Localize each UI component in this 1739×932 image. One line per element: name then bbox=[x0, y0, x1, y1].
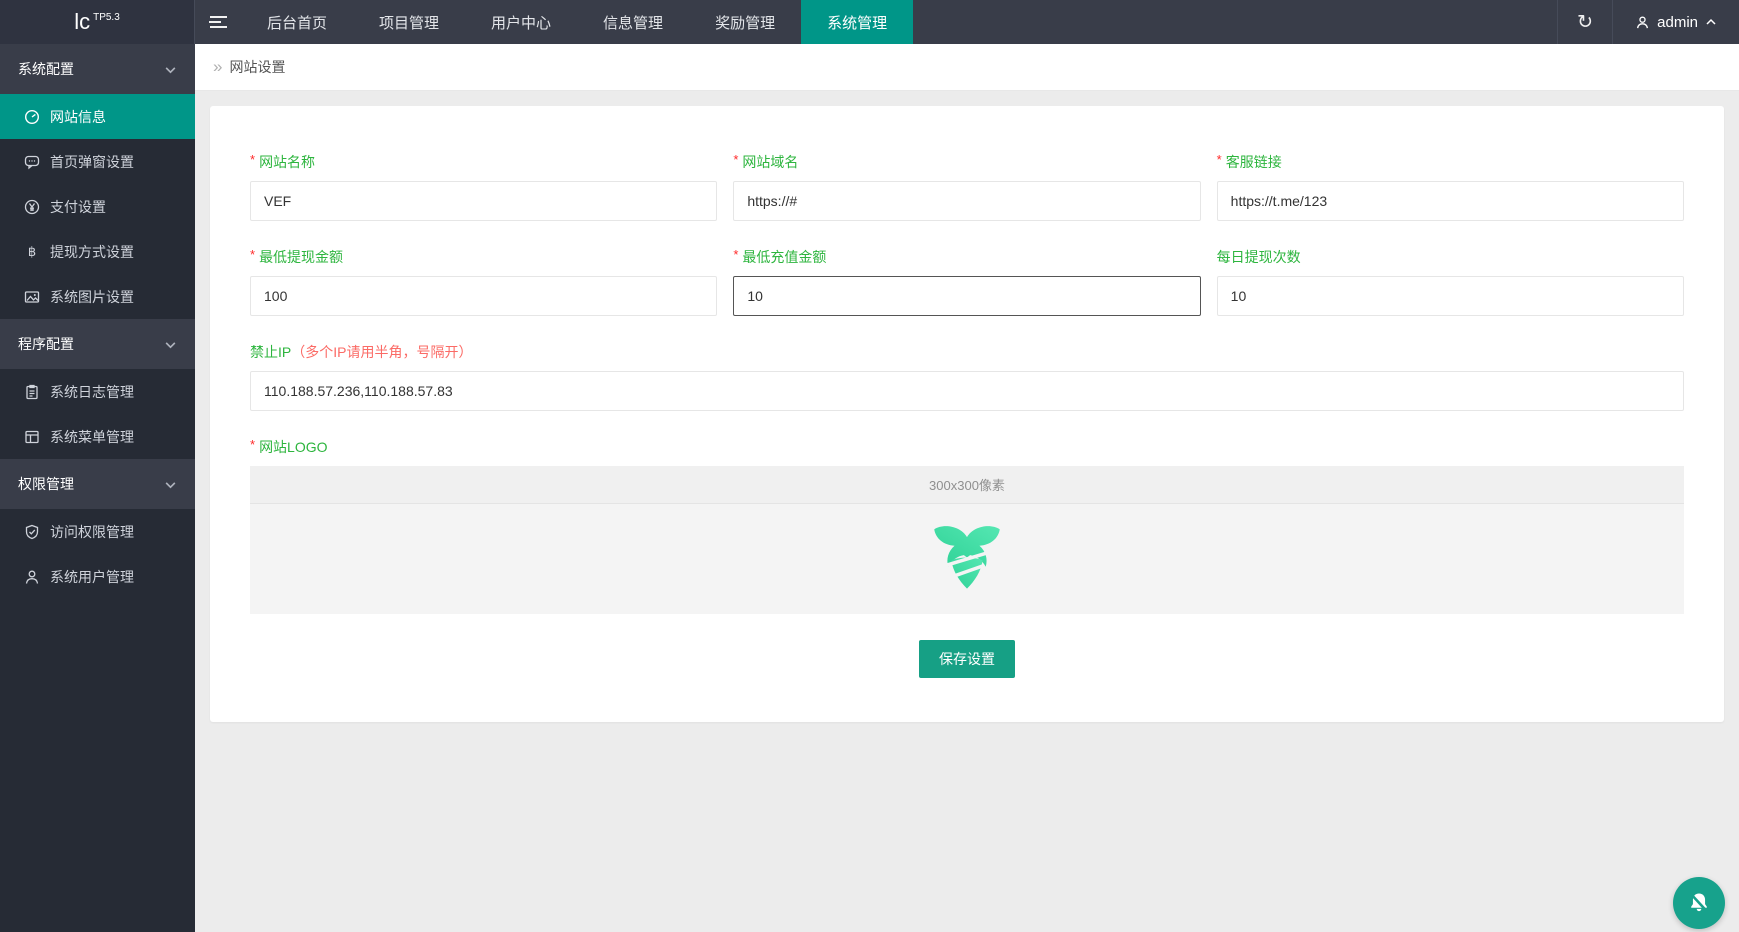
sidebar-item-label: 系统用户管理 bbox=[50, 568, 134, 585]
log-icon bbox=[26, 384, 38, 399]
app-logo[interactable]: lc TP5.3 bbox=[0, 0, 195, 44]
user-menu[interactable]: admin bbox=[1613, 0, 1739, 44]
sidebar-item-payment-settings[interactable]: 支付设置 bbox=[0, 184, 195, 229]
user-icon bbox=[25, 570, 39, 584]
field-label: 客服链接 bbox=[1225, 154, 1282, 170]
sidebar-item-system-users[interactable]: 系统用户管理 bbox=[0, 554, 195, 599]
logo-text: lc bbox=[74, 9, 91, 34]
nav-item-rewards[interactable]: 奖励管理 bbox=[689, 0, 801, 44]
sidebar-item-label: 系统菜单管理 bbox=[50, 428, 134, 445]
nav-item-info[interactable]: 信息管理 bbox=[577, 0, 689, 44]
notifications-off-fab[interactable] bbox=[1673, 877, 1725, 929]
chevron-up-icon bbox=[1706, 18, 1716, 25]
sidebar-item-image-settings[interactable]: 系统图片设置 bbox=[0, 274, 195, 319]
nav-item-users[interactable]: 用户中心 bbox=[465, 0, 577, 44]
topbar: lc TP5.3 后台首页 项目管理 用户中心 信息管理 奖励管理 系统管理 ↻… bbox=[0, 0, 1739, 44]
sidebar-item-home-popup[interactable]: 首页弹窗设置 bbox=[0, 139, 195, 184]
sidebar-item-label: 网站信息 bbox=[50, 108, 106, 125]
required-asterisk: * bbox=[733, 247, 739, 262]
logo-upload-box: 300x300像素 bbox=[250, 466, 1684, 614]
sidebar-item-access-permissions[interactable]: 访问权限管理 bbox=[0, 509, 195, 554]
popup-icon bbox=[24, 155, 40, 169]
site-domain-input[interactable] bbox=[733, 181, 1201, 221]
logo-size-hint: 300x300像素 bbox=[250, 466, 1684, 504]
page-title: 网站设置 bbox=[229, 59, 286, 75]
field-site-logo: * 网站LOGO 300x300像素 bbox=[250, 437, 1684, 614]
field-label: 网站LOGO bbox=[259, 439, 328, 455]
field-label: 最低提现金额 bbox=[259, 249, 344, 265]
field-min-withdraw: * 最低提现金额 bbox=[250, 247, 718, 316]
nav-item-system[interactable]: 系统管理 bbox=[801, 0, 914, 44]
sidebar-item-system-logs[interactable]: 系统日志管理 bbox=[0, 369, 195, 414]
sidebar-section-system-config[interactable]: 系统配置 bbox=[0, 44, 195, 94]
menu-icon bbox=[25, 430, 39, 443]
logo-upload-area[interactable] bbox=[250, 504, 1684, 614]
bitcoin-icon: ฿ bbox=[27, 244, 37, 259]
section-label: 权限管理 bbox=[18, 476, 74, 492]
field-daily-withdraw-count: 每日提现次数 bbox=[1216, 247, 1684, 316]
username: admin bbox=[1657, 13, 1698, 31]
required-asterisk: * bbox=[1216, 152, 1222, 167]
field-min-recharge: * 最低充值金额 bbox=[733, 247, 1201, 316]
support-link-input[interactable] bbox=[1216, 181, 1684, 221]
sidebar-item-withdraw-settings[interactable]: ฿ 提现方式设置 bbox=[0, 229, 195, 274]
field-site-domain: * 网站域名 bbox=[733, 152, 1201, 221]
breadcrumb: » 网站设置 bbox=[195, 44, 1739, 91]
sidebar-item-label: 系统日志管理 bbox=[50, 383, 134, 400]
site-settings-form: *网站名称 *网站域名 *客服链接 *最低提现金额 bbox=[250, 152, 1684, 678]
image-icon bbox=[24, 290, 40, 303]
field-site-name: * 网站名称 bbox=[250, 152, 718, 221]
site-name-input[interactable] bbox=[250, 181, 718, 221]
top-nav: 后台首页 项目管理 用户中心 信息管理 奖励管理 系统管理 bbox=[241, 0, 914, 44]
sidebar-section-program-config[interactable]: 程序配置 bbox=[0, 319, 195, 369]
yen-icon bbox=[24, 199, 40, 214]
min-recharge-input[interactable] bbox=[733, 276, 1201, 316]
sidebar-section-permissions[interactable]: 权限管理 bbox=[0, 459, 195, 509]
section-label: 系统配置 bbox=[18, 61, 74, 77]
collapse-menu-icon[interactable] bbox=[195, 0, 241, 44]
sidebar-item-site-info[interactable]: 网站信息 bbox=[0, 94, 195, 139]
sidebar-item-label: 访问权限管理 bbox=[50, 523, 134, 540]
nav-item-projects[interactable]: 项目管理 bbox=[353, 0, 465, 44]
field-label: 网站域名 bbox=[742, 154, 799, 170]
section-label: 程序配置 bbox=[18, 336, 74, 352]
chevron-down-icon bbox=[165, 481, 176, 488]
field-label: 禁止IP bbox=[250, 344, 292, 360]
bell-off-icon bbox=[1690, 893, 1708, 912]
field-hint: （多个IP请用半角，号隔开） bbox=[291, 344, 473, 360]
sidebar-item-system-menus[interactable]: 系统菜单管理 bbox=[0, 414, 195, 459]
settings-card: *网站名称 *网站域名 *客服链接 *最低提现金额 bbox=[210, 106, 1724, 722]
field-label: 每日提现次数 bbox=[1216, 249, 1301, 265]
save-row: 保存设置 bbox=[250, 640, 1684, 678]
field-support-link: * 客服链接 bbox=[1216, 152, 1684, 221]
breadcrumb-caret-icon: » bbox=[213, 57, 223, 76]
save-button[interactable]: 保存设置 bbox=[919, 640, 1015, 678]
min-withdraw-input[interactable] bbox=[250, 276, 718, 316]
shield-icon bbox=[25, 524, 39, 539]
bull-logo-image bbox=[934, 526, 1000, 589]
field-label: 网站名称 bbox=[259, 154, 316, 170]
field-label: 最低充值金额 bbox=[742, 249, 827, 265]
required-asterisk: * bbox=[250, 247, 256, 262]
required-asterisk: * bbox=[250, 152, 256, 167]
content-area: *网站名称 *网站域名 *客服链接 *最低提现金额 bbox=[195, 91, 1739, 932]
user-icon bbox=[1635, 15, 1650, 30]
sidebar-item-label: 首页弹窗设置 bbox=[50, 153, 134, 170]
sidebar-item-label: 支付设置 bbox=[50, 198, 106, 215]
field-banned-ip: 禁止IP（多个IP请用半角，号隔开） bbox=[250, 342, 1684, 411]
gauge-icon bbox=[24, 109, 40, 124]
chevron-down-icon bbox=[165, 66, 176, 73]
required-asterisk: * bbox=[250, 437, 256, 452]
sidebar-item-label: 系统图片设置 bbox=[50, 288, 134, 305]
banned-ip-input[interactable] bbox=[250, 371, 1684, 411]
refresh-icon[interactable]: ↻ bbox=[1557, 0, 1614, 44]
required-asterisk: * bbox=[733, 152, 739, 167]
daily-withdraw-count-input[interactable] bbox=[1216, 276, 1684, 316]
chevron-down-icon bbox=[165, 341, 176, 348]
nav-item-dashboard[interactable]: 后台首页 bbox=[241, 0, 353, 44]
sidebar: 系统配置 网站信息 首页弹窗设置 支付设置 ฿ 提现方式设置 系统图片设置 程序… bbox=[0, 44, 195, 932]
sidebar-item-label: 提现方式设置 bbox=[50, 243, 134, 260]
logo-version: TP5.3 bbox=[93, 11, 120, 23]
